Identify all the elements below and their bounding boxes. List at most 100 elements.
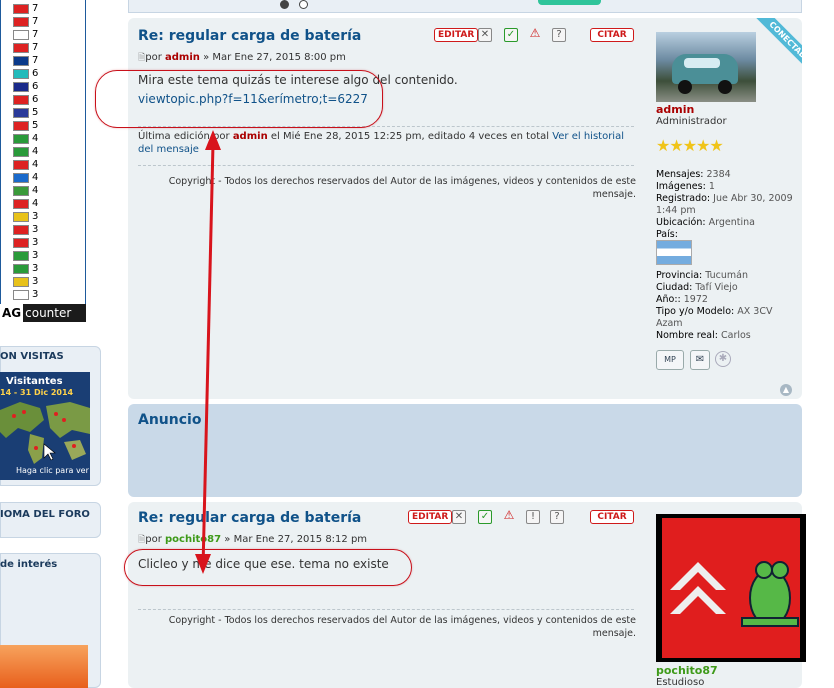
post-1-delete-icon[interactable]: ✕ (478, 28, 492, 42)
profile-1-rank: Administrador (656, 116, 727, 127)
country-flag-icon (13, 159, 29, 170)
country-flag-icon (13, 263, 29, 274)
profile-line: Provincia: Tucumán (656, 270, 749, 281)
flag-row: 7 (13, 41, 38, 54)
online-badge-text: CONECTADO (755, 18, 802, 76)
links-panel-title: de interés (0, 559, 58, 570)
post-1-date: » Mar Ene 27, 2015 8:00 pm (203, 52, 346, 63)
announcement-title: Anuncio (138, 412, 202, 428)
country-flag-icon (13, 133, 29, 144)
website-icon[interactable]: ✱ (715, 351, 731, 367)
profile-1-details: Mensajes: 2384 Imágenes: 1 Registrado: J… (656, 169, 796, 241)
pager-dot[interactable] (299, 0, 308, 9)
post-2-warn-icon[interactable]: ! (526, 510, 540, 524)
post-2-approve-icon[interactable]: ✓ (478, 510, 492, 524)
language-panel-title: IOMA DEL FORO (0, 509, 90, 520)
flag-row: 7 (13, 15, 38, 28)
country-flag-icon (13, 55, 29, 66)
flag-counter-logo-part1: AG (0, 304, 24, 322)
flag-counter-logo[interactable]: AG counter (0, 304, 86, 322)
country-flag-icon (13, 224, 29, 235)
flag-row: 6 (13, 67, 38, 80)
country-flag-icon (13, 68, 29, 79)
green-button-edge[interactable] (538, 0, 601, 5)
post-1-approve-icon[interactable]: ✓ (504, 28, 518, 42)
admin-avatar[interactable] (656, 32, 756, 102)
country-flag-icon (13, 16, 29, 27)
post-2-copyright: Copyright - Todos los derechos reservado… (168, 615, 636, 639)
post-2-quote-button[interactable]: CITAR (590, 510, 634, 524)
country-flag-icon (13, 289, 29, 300)
country-flag-icon (13, 120, 29, 131)
flag-count: 3 (32, 224, 39, 235)
visitor-map-link[interactable]: Haga clic para ver (16, 466, 89, 475)
flag-count: 6 (32, 81, 39, 92)
flag-count: 4 (32, 198, 39, 209)
post-2-info-icon[interactable]: ? (550, 510, 564, 524)
links-banner-image[interactable] (0, 645, 88, 688)
flag-counter-logo-part2: counter (25, 306, 72, 320)
pm-icon[interactable]: MP (656, 350, 684, 370)
flag-row: 7 (13, 54, 38, 67)
email-icon[interactable]: ✉ (690, 350, 710, 370)
flag-row: 7 (13, 28, 38, 41)
post-1-title[interactable]: Re: regular carga de batería (138, 28, 361, 44)
announcement-box (128, 404, 802, 497)
flag-count: 3 (32, 276, 39, 287)
flag-row: 5 (13, 106, 38, 119)
annotation-ring-link (95, 70, 383, 128)
country-flag-icon (13, 276, 29, 287)
flag-row: 5 (13, 119, 38, 132)
previous-post-bottom (128, 0, 802, 13)
flag-row: 4 (13, 197, 38, 210)
visitor-map-title: Visitantes (6, 376, 63, 387)
flag-row: 3 (13, 236, 38, 249)
post-2-report-icon[interactable]: ⚠ (502, 509, 516, 523)
visitor-map-widget[interactable]: Visitantes 14 - 31 Dic 2014 Haga clic pa… (0, 372, 90, 480)
post-2-divider (138, 609, 634, 610)
post-1-quote-button[interactable]: CITAR (590, 28, 634, 42)
profile-1-details-2: Provincia: Tucumán Ciudad: Tafí Viejo Añ… (656, 270, 796, 342)
flag-row: 3 (13, 210, 38, 223)
flag-count: 7 (32, 29, 39, 40)
post-1-author[interactable]: admin (165, 52, 200, 63)
pochito87-avatar[interactable] (656, 514, 806, 662)
country-flag-icon (13, 107, 29, 118)
flag-row: 6 (13, 93, 38, 106)
country-flag-icon (13, 237, 29, 248)
post-2-title[interactable]: Re: regular carga de batería (138, 510, 361, 526)
profile-1-name[interactable]: admin (656, 103, 694, 116)
flag-count: 4 (32, 172, 39, 183)
flag-count: 4 (32, 133, 39, 144)
visitor-map-dates: 14 - 31 Dic 2014 (0, 388, 74, 397)
back-to-top-icon[interactable]: ▲ (780, 384, 792, 396)
flag-count: 4 (32, 146, 39, 157)
flag-row: 3 (13, 262, 38, 275)
profile-line: Ubicación: Argentina (656, 217, 755, 228)
profile-2-name[interactable]: pochito87 (656, 664, 718, 677)
flag-count: 7 (32, 55, 39, 66)
edit-note-detail: el Mié Ene 28, 2015 12:25 pm, editado 4 … (270, 131, 550, 142)
post-2-delete-icon[interactable]: ✕ (452, 510, 466, 524)
flag-row: 3 (13, 288, 38, 301)
flag-count: 6 (32, 68, 39, 79)
profile-line: Año:: 1972 (656, 294, 708, 305)
flag-row: 3 (13, 249, 38, 262)
post-1-info-icon[interactable]: ? (552, 28, 566, 42)
post-2-edit-button[interactable]: EDITAR (408, 510, 453, 524)
flag-row: 7 (13, 2, 38, 15)
flag-row: 6 (13, 80, 38, 93)
post-2-date: » Mar Ene 27, 2015 8:12 pm (224, 534, 368, 545)
annotation-ring-reply (124, 549, 412, 586)
post-1-report-icon[interactable]: ⚠ (528, 27, 542, 41)
pm-label: MP (664, 355, 676, 364)
flag-counter-widget[interactable]: 7 7 7 7 7 6 6 6 5 5 4 4 4 4 4 4 3 3 3 3 3 3 3 (0, 0, 86, 322)
country-flag-icon (13, 172, 29, 183)
profile-1-rank-stars: ★★★★★ (656, 136, 724, 155)
flag-count: 3 (32, 263, 39, 274)
post-2-meta: 🗎por pochito87 » Mar Ene 27, 2015 8:12 p… (138, 532, 367, 548)
edit-note-author[interactable]: admin (233, 131, 268, 142)
flag-row: 3 (13, 275, 38, 288)
post-1-edit-button[interactable]: EDITAR (434, 28, 479, 42)
pager-dot-active[interactable] (280, 0, 289, 9)
